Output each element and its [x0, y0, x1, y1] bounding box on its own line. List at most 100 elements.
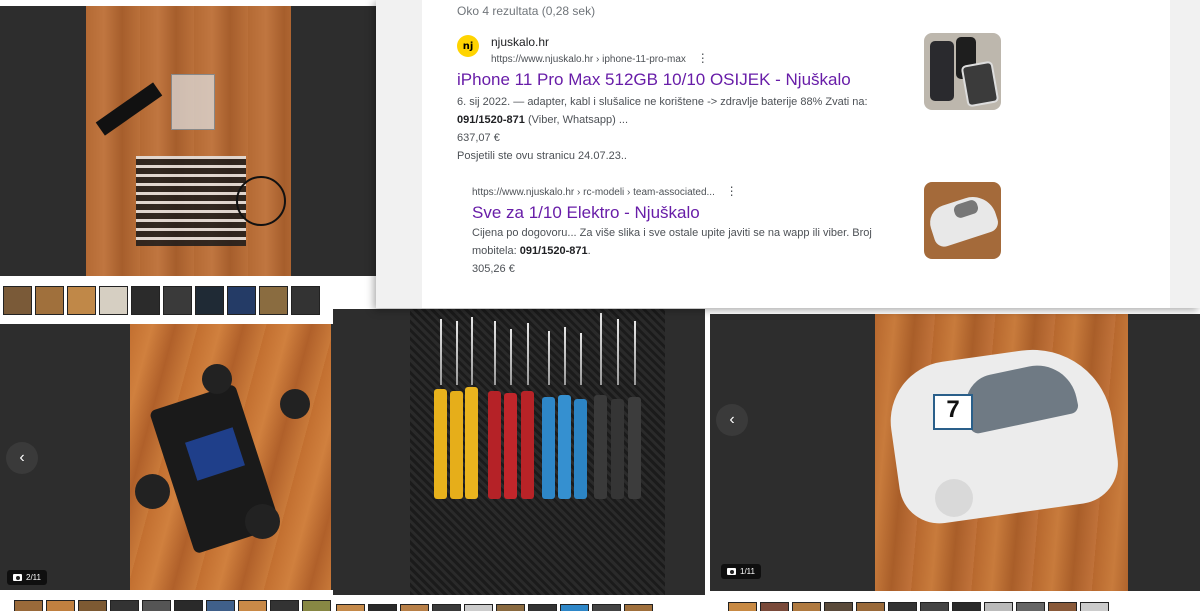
more-options-icon[interactable]: ⋮ [697, 51, 709, 65]
search-result: https://www.njuskalo.hr › rc-modeli › te… [457, 182, 1177, 284]
thumbnail[interactable] [99, 286, 128, 315]
tool-blue [574, 399, 587, 499]
thumbnail[interactable] [728, 602, 757, 611]
thumbnail[interactable] [400, 604, 429, 611]
thumbnail[interactable] [163, 286, 192, 315]
tool-shaft [456, 321, 458, 385]
thumbnail[interactable] [984, 602, 1013, 611]
result-snippet: Cijena po dogovoru... Za više slika i sv… [472, 224, 912, 278]
thumbnail[interactable] [302, 600, 331, 611]
parts-bags [136, 156, 246, 246]
thumbnail[interactable] [195, 286, 224, 315]
camera-icon [727, 568, 736, 575]
tool-shaft [580, 333, 582, 385]
thumbnail[interactable] [592, 604, 621, 611]
thumbnail[interactable] [142, 600, 171, 611]
result-url[interactable]: https://www.njuskalo.hr › iphone-11-pro-… [491, 51, 709, 65]
tool-shaft [617, 319, 619, 385]
thumbnail[interactable] [227, 286, 256, 315]
thumbnail[interactable] [35, 286, 64, 315]
photo-car-body[interactable]: 7 [875, 314, 1128, 591]
tool-yellow [434, 389, 447, 499]
photo-chassis[interactable] [130, 324, 331, 590]
thumbnail[interactable] [291, 286, 320, 315]
image-counter: 2/11 [7, 570, 47, 585]
thumbnail[interactable] [920, 602, 949, 611]
thumbnail[interactable] [46, 600, 75, 611]
result-price: 637,07 € [457, 132, 500, 144]
thumbnail[interactable] [624, 604, 653, 611]
tool-shaft [600, 313, 602, 385]
tool-red [488, 391, 501, 499]
thumbnail[interactable] [528, 604, 557, 611]
parts-organizer-box [171, 74, 215, 130]
thumbnail[interactable] [888, 602, 917, 611]
thumbnail[interactable] [131, 286, 160, 315]
tool-shaft [510, 329, 512, 385]
result-thumbnail[interactable] [924, 33, 1001, 110]
thumbnail[interactable] [1080, 602, 1109, 611]
prev-image-button[interactable]: ‹ [6, 442, 38, 474]
thumbnail-strip-tools [336, 604, 653, 611]
result-url[interactable]: https://www.njuskalo.hr › rc-modeli › te… [472, 184, 738, 198]
tool-blue [542, 397, 555, 499]
thumbnail[interactable] [760, 602, 789, 611]
thumbnail[interactable] [824, 602, 853, 611]
thumbnail[interactable] [3, 286, 32, 315]
gallery-car-body: 7 ‹ 1/11 [710, 314, 1200, 591]
tool-shaft [634, 321, 636, 385]
tool-red [504, 393, 517, 499]
thumbnail[interactable] [14, 600, 43, 611]
thumbnail[interactable] [496, 604, 525, 611]
wheel-arch [935, 479, 973, 517]
chevron-left-icon: ‹ [729, 411, 735, 428]
screenshot-collage: ‹ 2/11 7 ‹ 1/11 Oko 4 rezultata (0,28 se… [0, 0, 1200, 611]
result-title-link[interactable]: Sve za 1/10 Elektro - Njuškalo [472, 203, 700, 223]
thumbnail[interactable] [336, 604, 365, 611]
tool-shaft [494, 321, 496, 385]
thumbnail-strip-parts [3, 286, 320, 315]
photo-parts-on-floor[interactable] [86, 6, 291, 276]
thumbnail[interactable] [856, 602, 885, 611]
search-result: nj njuskalo.hr https://www.njuskalo.hr ›… [457, 33, 1177, 170]
tool-yellow [450, 391, 463, 499]
gallery-parts [0, 6, 376, 276]
gallery-tools [333, 309, 705, 595]
thumbnail[interactable] [952, 602, 981, 611]
drive-belt [236, 176, 286, 226]
tool-black [594, 395, 607, 499]
thumbnail[interactable] [238, 600, 267, 611]
thumbnail-strip-car-body [728, 602, 1109, 611]
thumbnail[interactable] [368, 604, 397, 611]
thumbnail[interactable] [1016, 602, 1045, 611]
thumbnail[interactable] [432, 604, 461, 611]
thumbnail-strip-chassis [14, 600, 331, 611]
image-counter: 1/11 [721, 564, 761, 579]
thumbnail[interactable] [464, 604, 493, 611]
wheel [245, 504, 280, 539]
wheel [280, 389, 310, 419]
thumbnail[interactable] [110, 600, 139, 611]
thumbnail[interactable] [792, 602, 821, 611]
thumbnail[interactable] [1048, 602, 1077, 611]
thumbnail[interactable] [206, 600, 235, 611]
result-thumbnail[interactable] [924, 182, 1001, 259]
more-options-icon[interactable]: ⋮ [726, 184, 738, 198]
search-results-window: Oko 4 rezultata (0,28 sek) nj njuskalo.h… [376, 0, 1200, 308]
thumbnail[interactable] [270, 600, 299, 611]
prev-image-button[interactable]: ‹ [716, 404, 748, 436]
thumbnail[interactable] [560, 604, 589, 611]
thumbnail[interactable] [259, 286, 288, 315]
result-title-link[interactable]: iPhone 11 Pro Max 512GB 10/10 OSIJEK - N… [457, 70, 851, 90]
result-site-name[interactable]: njuskalo.hr [491, 35, 549, 49]
thumbnail[interactable] [174, 600, 203, 611]
result-price: 305,26 € [472, 263, 515, 275]
tool-black [628, 397, 641, 499]
thumbnail[interactable] [67, 286, 96, 315]
gallery-chassis: ‹ 2/11 [0, 324, 333, 590]
tool-red [521, 391, 534, 499]
result-stats: Oko 4 rezultata (0,28 sek) [457, 4, 596, 18]
thumbnail[interactable] [78, 600, 107, 611]
photo-hex-tools[interactable] [410, 309, 665, 595]
tool-shaft [527, 323, 529, 385]
